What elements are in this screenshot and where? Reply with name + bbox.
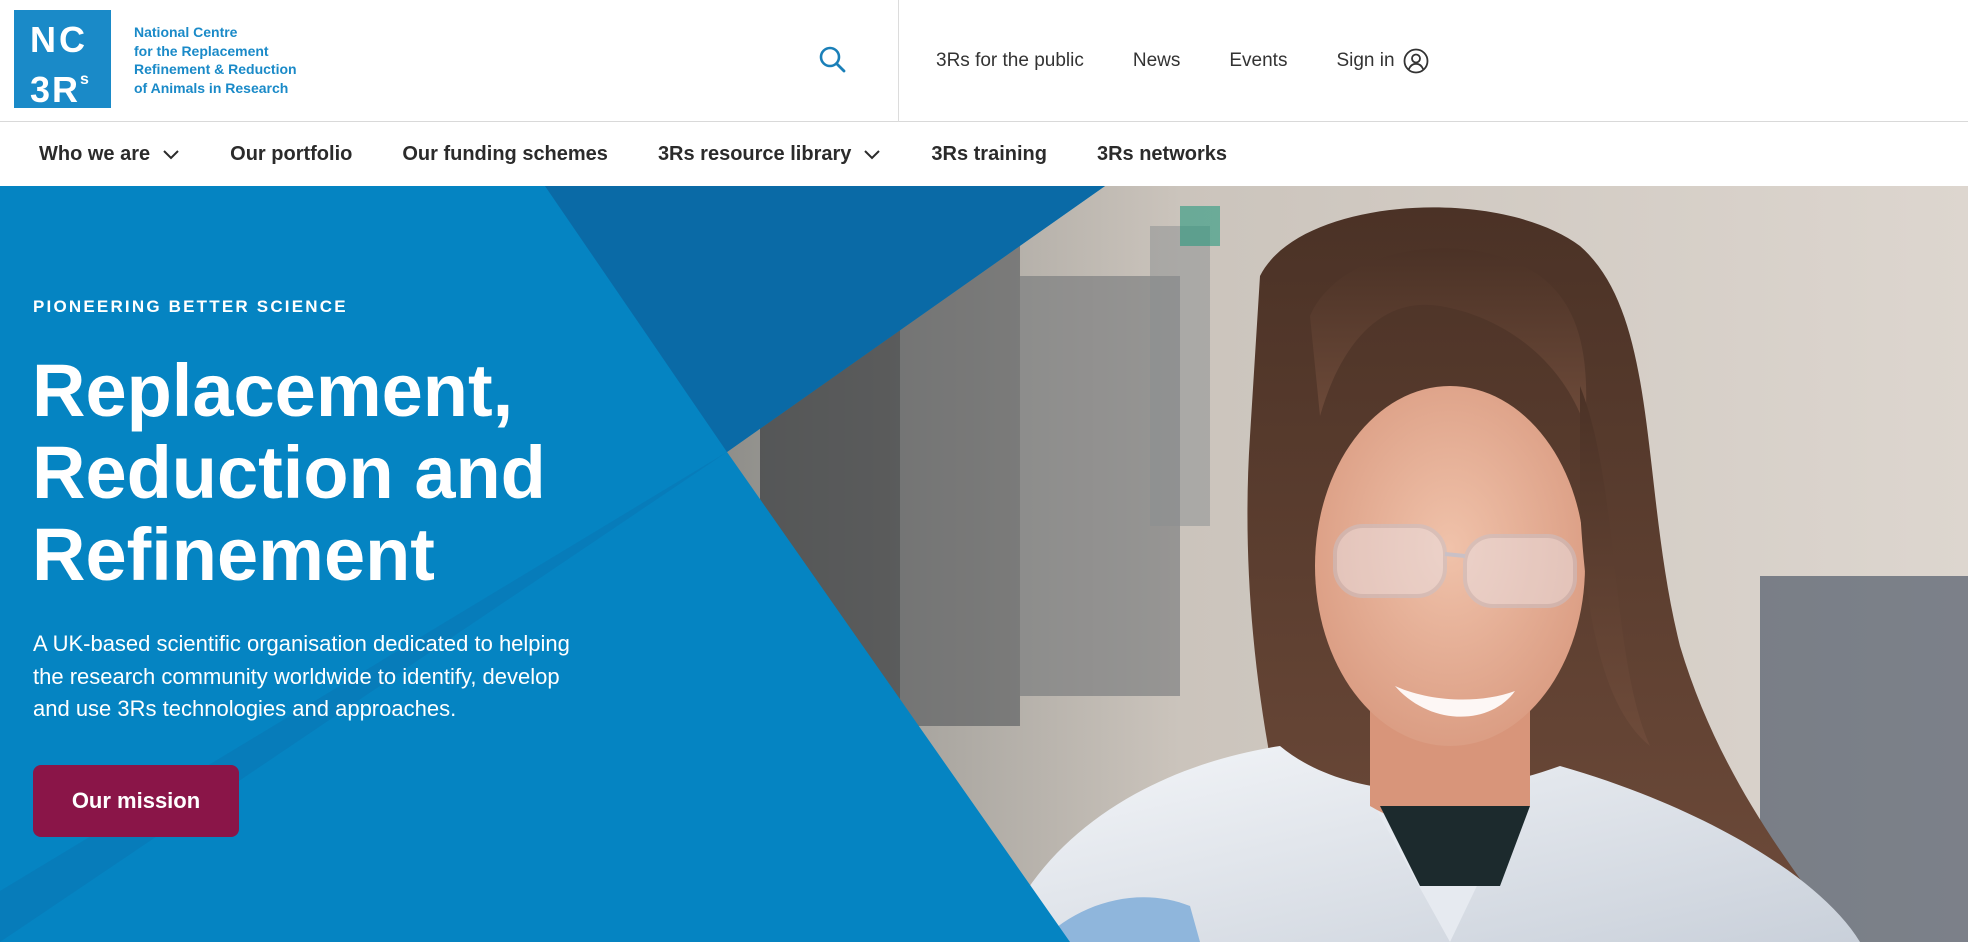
nav-item-label: 3Rs networks [1096,142,1228,165]
nav-item-label: Who we are [39,142,151,165]
hero-banner: PIONEERING BETTER SCIENCE Replacement, R… [0,186,1968,942]
chevron-down-icon [163,150,179,160]
logo-line-2-text: 3R [30,69,81,110]
hero-title-line: Reduction and [32,431,546,514]
hero-title-line: Replacement, [32,349,514,432]
organisation-name-line: National Centre [134,24,238,40]
nav-item-label: 3Rs resource library [657,142,852,165]
nav-item-label: Our funding schemes [402,142,608,165]
hero-description: A UK-based scientific organisation dedic… [33,631,570,721]
nav-item-3rs-networks[interactable]: 3Rs networks [1097,143,1227,166]
sign-in-label: Sign in [1336,50,1395,71]
logo-line-1: NC [30,19,88,60]
nav-item-our-portfolio[interactable]: Our portfolio [230,143,352,166]
nc3rs-logo[interactable]: NC 3Rs [14,10,111,110]
util-link-news[interactable]: News [1133,50,1181,72]
logo-superscript: s [80,71,89,88]
header-divider [898,0,899,122]
utility-nav: 3Rs for the public News Events Sign in [936,0,1429,122]
util-link-3rs-for-the-public[interactable]: 3Rs for the public [936,50,1084,72]
chevron-down-icon [864,150,881,160]
organisation-name-line: Refinement & Reduction [134,61,297,77]
site-header: NC 3Rs National Centre for the Replaceme… [0,0,1968,122]
main-nav: Who we are Our portfolio Our funding sch… [0,122,1968,186]
organisation-name-line: for the Replacement [134,42,269,59]
nav-item-label: 3Rs training [931,142,1047,165]
sign-in-link[interactable]: Sign in [1336,48,1428,74]
search-icon [819,46,846,73]
hero-title: Replacement, Reduction and Refinement [32,350,632,596]
organisation-name[interactable]: National Centre for the Replacement Refi… [134,23,334,97]
hero-eyebrow: PIONEERING BETTER SCIENCE [33,297,348,316]
util-link-events[interactable]: Events [1229,50,1287,72]
nav-item-who-we-are[interactable]: Who we are [39,143,180,166]
logo-line-2: 3Rs [30,60,89,110]
nav-item-3rs-resource-library[interactable]: 3Rs resource library [658,143,881,166]
nav-item-our-funding-schemes[interactable]: Our funding schemes [402,143,608,166]
hero-title-line: Refinement [32,513,435,596]
nav-item-3rs-training[interactable]: 3Rs training [931,143,1047,166]
nav-item-label: Our portfolio [230,142,353,165]
user-circle-icon [1403,48,1428,74]
organisation-name-line: of Animals in Research [134,79,289,96]
our-mission-button[interactable]: Our mission [33,765,239,837]
search-button[interactable] [817,44,849,76]
